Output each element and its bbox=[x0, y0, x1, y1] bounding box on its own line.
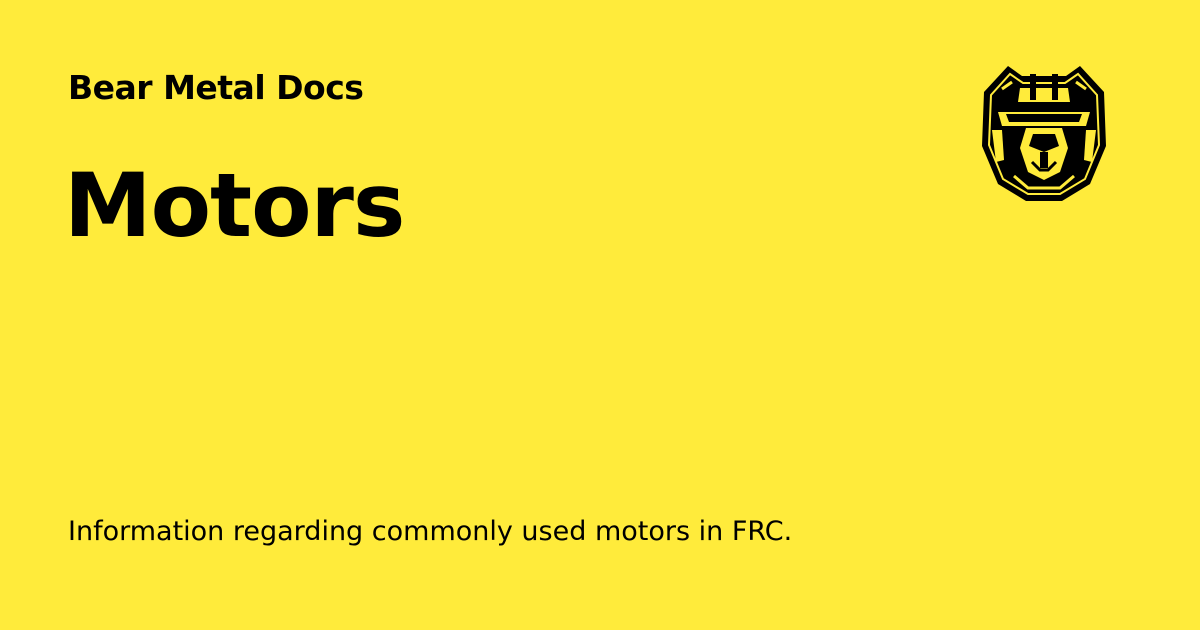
social-card: Bear Metal Docs Motors Information regar… bbox=[0, 0, 1200, 630]
bear-head-icon bbox=[982, 66, 1106, 201]
page-description: Information regarding commonly used moto… bbox=[68, 516, 793, 547]
bear-head-logo bbox=[978, 64, 1110, 202]
page-title: Motors bbox=[64, 154, 405, 257]
site-name: Bear Metal Docs bbox=[68, 68, 364, 107]
